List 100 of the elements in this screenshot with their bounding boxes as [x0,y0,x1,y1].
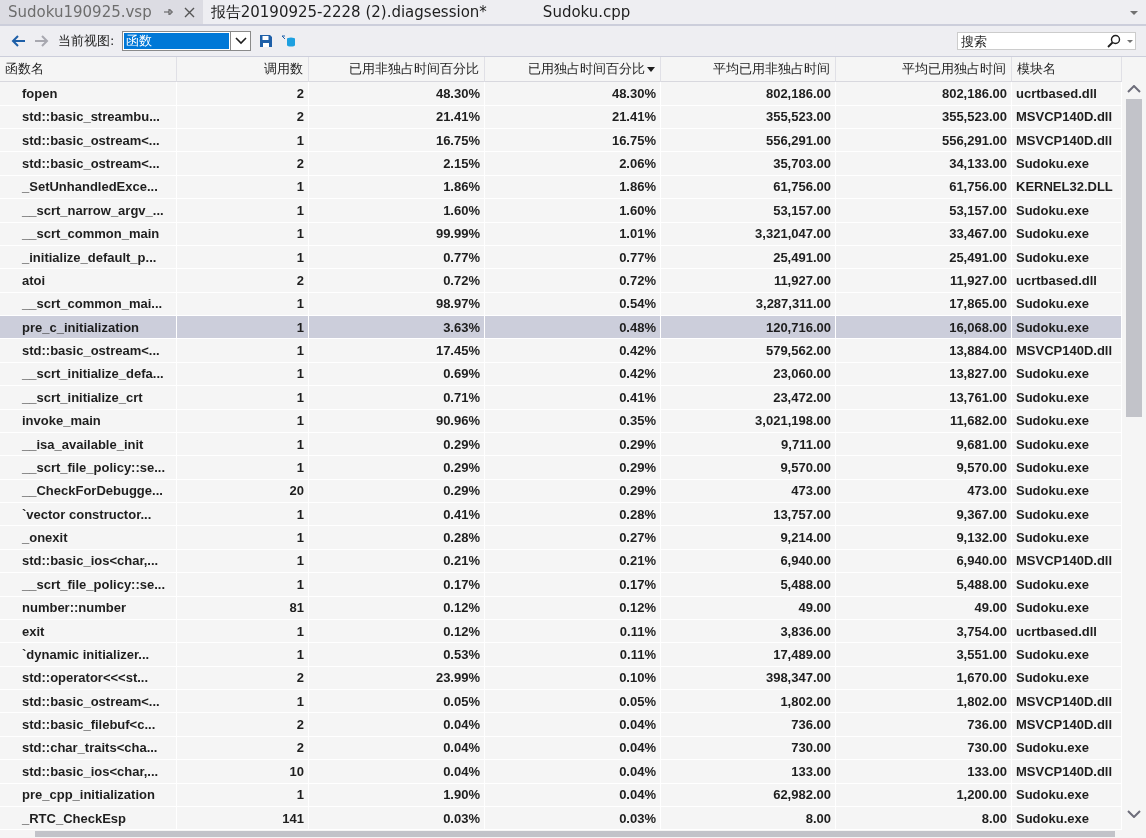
table-cell: 802,186.00 [661,82,836,105]
table-row[interactable]: std::basic_ios<char,... 1 0.21% 0.21% 6,940.00 6,940.00 MSVCP140D.dll [0,549,1122,574]
table-cell: 1 [177,222,309,245]
table-cell: 13,761.00 [836,386,1012,409]
table-cell: 0.05% [485,690,661,713]
table-cell: 0.29% [309,456,485,479]
table-row[interactable]: __scrt_initialize_defa... 1 0.69% 0.42% 23,060.00 13,827.00 Sudoku.exe [0,362,1122,387]
table-row[interactable]: _onexit 1 0.28% 0.27% 9,214.00 9,132.00 Sudoku.exe [0,526,1122,550]
table-cell: 61,756.00 [836,175,1012,199]
table-cell: 23.99% [309,666,485,690]
back-button[interactable] [10,34,26,48]
table-cell: 1 [177,783,309,806]
table-cell: std::basic_ios<char,... [0,549,177,573]
table-cell: 20 [177,479,309,503]
table-row[interactable]: std::basic_ostream<... 2 2.15% 2.06% 35,703.00 34,133.00 Sudoku.exe [0,152,1122,176]
horizontal-scrollbar[interactable] [0,830,1122,838]
table-row[interactable]: fopen 2 48.30% 48.30% 802,186.00 802,186.00 ucrtbased.dll [0,82,1122,106]
table-cell: 0.77% [485,245,661,269]
table-row[interactable]: exit 1 0.12% 0.11% 3,836.00 3,754.00 ucrtbased.dll [0,619,1122,644]
table-cell: 2 [177,152,309,175]
table-cell: 49.00 [836,596,1012,619]
table-cell: 1 [177,526,309,549]
scroll-down-icon[interactable] [1127,810,1141,818]
table-row[interactable]: `dynamic initializer... 1 0.53% 0.11% 17,489.00 3,551.00 Sudoku.exe [0,643,1122,667]
document-tab[interactable]: Sudoku.cpp [534,0,639,24]
database-button[interactable] [281,34,298,48]
table-cell: 120,716.00 [661,316,836,339]
table-cell: 10 [177,760,309,783]
table-cell: 0.12% [309,596,485,619]
table-row[interactable]: __isa_available_init 1 0.29% 0.29% 9,711.00 9,681.00 Sudoku.exe [0,432,1122,457]
table-cell: 1 [177,129,309,152]
table-row[interactable]: __CheckForDebugge... 20 0.29% 0.29% 473.00 473.00 Sudoku.exe [0,479,1122,504]
save-button[interactable] [259,34,274,48]
table-row[interactable]: pre_c_initialization 1 3.63% 0.48% 120,716.00 16,068.00 Sudoku.exe [0,316,1122,340]
table-cell: 2 [177,82,309,105]
table-cell: 0.21% [485,549,661,573]
table-row[interactable]: _RTC_CheckEsp 141 0.03% 0.03% 8.00 8.00 Sudoku.exe [0,806,1122,831]
table-row[interactable]: atoi 2 0.72% 0.72% 11,927.00 11,927.00 ucrtbased.dll [0,269,1122,293]
table-cell: 8.00 [661,806,836,830]
table-row[interactable]: pre_cpp_initialization 1 1.90% 0.04% 62,982.00 1,200.00 Sudoku.exe [0,783,1122,807]
table-row[interactable]: std::basic_ostream<... 1 17.45% 0.42% 579,562.00 13,884.00 MSVCP140D.dll [0,339,1122,363]
table-row[interactable]: std::operator<<<st... 2 23.99% 0.10% 398,347.00 1,670.00 Sudoku.exe [0,666,1122,691]
table-row[interactable]: __scrt_initialize_crt 1 0.71% 0.41% 23,472.00 13,761.00 Sudoku.exe [0,386,1122,410]
table-cell: 0.04% [485,783,661,806]
document-tab[interactable]: 报告20190925-2228 (2).diagsession* [202,0,495,24]
table-row[interactable]: __scrt_file_policy::se... 1 0.29% 0.29% 9,570.00 9,570.00 Sudoku.exe [0,456,1122,480]
table-row[interactable]: std::basic_ios<char,... 10 0.04% 0.04% 133.00 133.00 MSVCP140D.dll [0,760,1122,784]
view-dropdown[interactable]: 函数 [122,31,252,51]
table-cell: 1 [177,503,309,526]
table-cell: 11,927.00 [661,269,836,292]
table-cell: 473.00 [836,479,1012,503]
table-cell: 25,491.00 [661,245,836,269]
table-row[interactable]: _SetUnhandledExce... 1 1.86% 1.86% 61,756.00 61,756.00 KERNEL32.DLL [0,175,1122,200]
table-cell: 11,682.00 [836,409,1012,432]
table-cell: std::basic_ostream<... [0,129,177,152]
table-row[interactable]: std::basic_ostream<... 1 0.05% 0.05% 1,802.00 1,802.00 MSVCP140D.dll [0,690,1122,714]
table-cell: 556,291.00 [661,129,836,152]
document-tab[interactable]: Sudoku190925.vsp [0,0,203,24]
table-cell: 0.11% [485,643,661,666]
table-cell: 21.41% [485,105,661,129]
table-cell: 1.60% [309,199,485,222]
table-row[interactable]: number::number 81 0.12% 0.12% 49.00 49.00 Sudoku.exe [0,596,1122,620]
table-cell: 48.30% [309,82,485,105]
table-cell: atoi [0,269,177,292]
vertical-scrollbar[interactable] [1122,57,1146,838]
table-cell: 0.42% [485,362,661,386]
table-cell: 1.86% [485,175,661,199]
table-cell: 3,551.00 [836,643,1012,666]
table-cell: 133.00 [661,760,836,783]
table-cell: std::operator<<<st... [0,666,177,690]
table-cell: 1 [177,432,309,456]
table-row[interactable]: std::basic_streambu... 2 21.41% 21.41% 355,523.00 355,523.00 MSVCP140D.dll [0,105,1122,130]
table-cell: 1 [177,362,309,386]
table-cell: 0.42% [485,339,661,362]
table-cell: 0.29% [485,456,661,479]
table-row[interactable]: __scrt_common_mai... 1 98.97% 0.54% 3,287,311.00 17,865.00 Sudoku.exe [0,292,1122,317]
table-row[interactable]: invoke_main 1 90.96% 0.35% 3,021,198.00 11,682.00 Sudoku.exe [0,409,1122,433]
table-cell: 1 [177,175,309,199]
table-row[interactable]: __scrt_common_main 1 99.99% 1.01% 3,321,047.00 33,467.00 Sudoku.exe [0,222,1122,246]
table-row[interactable]: _initialize_default_p... 1 0.77% 0.77% 25,491.00 25,491.00 Sudoku.exe [0,245,1122,270]
table-cell: 579,562.00 [661,339,836,362]
table-cell: 0.41% [485,386,661,409]
table-row[interactable]: `vector constructor... 1 0.41% 0.28% 13,757.00 9,367.00 Sudoku.exe [0,503,1122,527]
table-cell: std::basic_ostream<... [0,690,177,713]
table-cell: 0.04% [485,736,661,760]
table-cell: 1,200.00 [836,783,1012,806]
table-cell: 1 [177,619,309,643]
table-cell: 0.03% [485,806,661,830]
close-icon[interactable] [183,6,195,18]
current-view-label: 当前视图: [58,32,115,50]
table-row[interactable]: std::char_traits<cha... 2 0.04% 0.04% 730.00 730.00 Sudoku.exe [0,736,1122,761]
table-row[interactable]: std::basic_ostream<... 1 16.75% 16.75% 556,291.00 556,291.00 MSVCP140D.dll [0,129,1122,153]
table-row[interactable]: std::basic_filebuf<c... 2 0.04% 0.04% 736.00 736.00 MSVCP140D.dll [0,713,1122,737]
scroll-up-icon[interactable] [1127,85,1141,93]
table-cell: 3,754.00 [836,619,1012,643]
table-row[interactable]: __scrt_narrow_argv_... 1 1.60% 1.60% 53,157.00 53,157.00 Sudoku.exe [0,199,1122,223]
table-cell: 0.29% [485,479,661,503]
table-cell: __scrt_initialize_defa... [0,362,177,386]
table-row[interactable]: __scrt_file_policy::se... 1 0.17% 0.17% 5,488.00 5,488.00 Sudoku.exe [0,573,1122,597]
sort-arrow-icon [647,66,655,72]
